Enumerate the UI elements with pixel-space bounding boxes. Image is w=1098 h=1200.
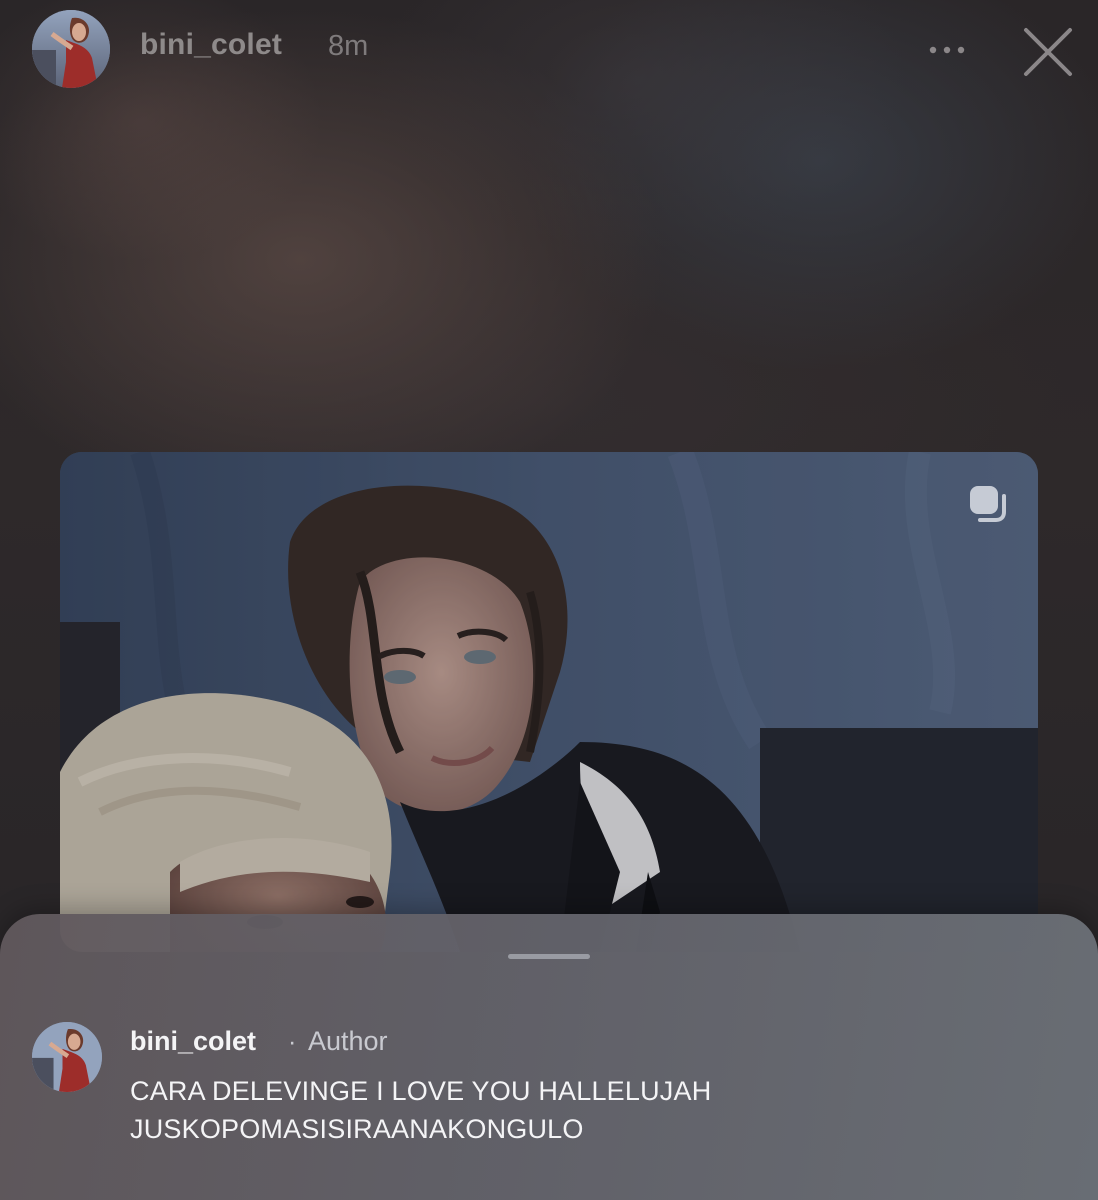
story-username[interactable]: bini_colet	[140, 28, 282, 62]
close-icon[interactable]	[1018, 22, 1078, 82]
comment-separator: ·	[288, 1028, 297, 1056]
comment-username[interactable]: bini_colet	[130, 1026, 256, 1057]
comment-text-line: JUSKOPOMASISIRAANAKONGULO	[130, 1114, 584, 1144]
story-header: bini_colet 8m	[0, 0, 1098, 100]
comment-text-line: CARA DELEVINGE I LOVE YOU HALLELUJAH	[130, 1076, 712, 1106]
story-timestamp: 8m	[328, 30, 369, 62]
carousel-icon	[966, 482, 1010, 524]
post-photo[interactable]	[60, 452, 1038, 952]
author-badge: Author	[308, 1026, 388, 1056]
comment-item: bini_colet · Author CARA DELEVINGE I LOV…	[0, 914, 1098, 1200]
comment-text: CARA DELEVINGE I LOVE YOU HALLELUJAH JUS…	[130, 1072, 1030, 1148]
ellipsis-icon[interactable]	[924, 30, 970, 70]
avatar[interactable]	[32, 10, 110, 88]
story-viewer: bini_colet 8m bini_colet · Author CARA D…	[0, 0, 1098, 1200]
